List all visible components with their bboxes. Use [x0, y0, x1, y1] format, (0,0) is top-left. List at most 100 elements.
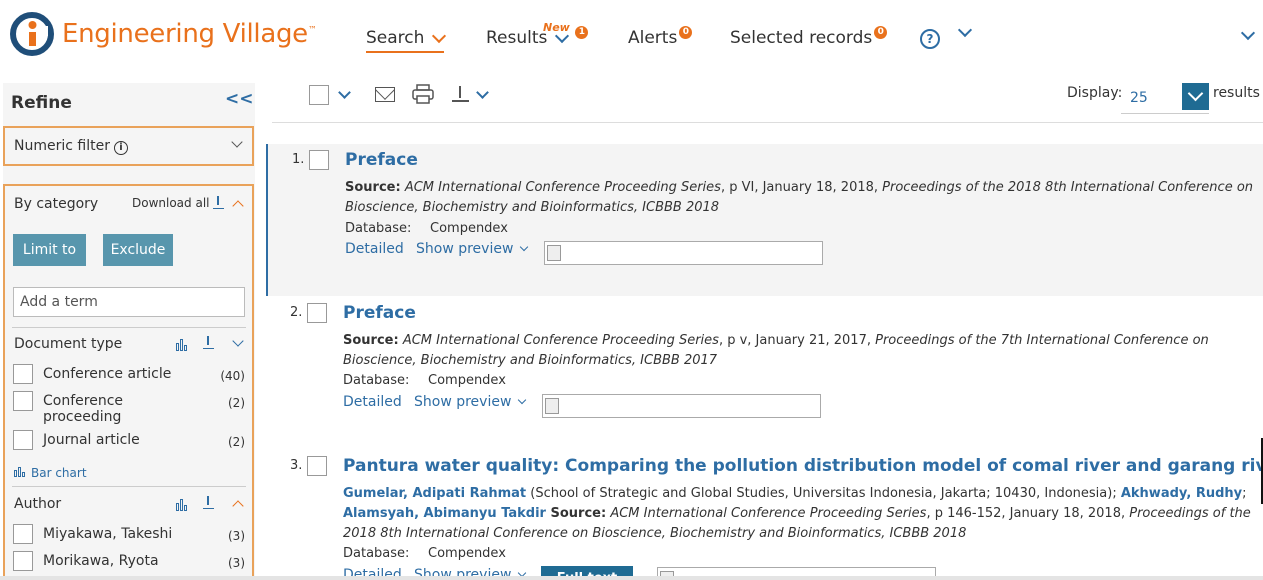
select-chevron-down-icon[interactable] — [338, 86, 351, 99]
result-item: 1. Preface Source: ACM International Con… — [266, 144, 1263, 296]
detailed-link[interactable]: Detailed — [343, 394, 402, 410]
result-title[interactable]: Pantura water quality: Comparing the pol… — [343, 456, 1263, 476]
download-all-link[interactable]: Download all — [132, 196, 225, 210]
author-link[interactable]: Akhwady, Rudhy — [1121, 486, 1242, 501]
show-preview-link[interactable]: Show preview — [414, 394, 527, 410]
facet-count: (3) — [228, 529, 245, 543]
result-checkbox[interactable] — [307, 456, 327, 476]
app-header: Engineering Village™ Search New Results … — [0, 0, 1263, 80]
result-checkbox[interactable] — [309, 150, 329, 170]
checkbox-journal-article[interactable] — [13, 430, 33, 450]
nav-results[interactable]: Results 1 — [486, 25, 589, 48]
author-link[interactable]: Alamsyah, Abimanyu Takdir — [343, 506, 546, 521]
database-value: Compendex — [428, 373, 506, 388]
refine-header: Refine << — [3, 83, 255, 123]
download-icon[interactable] — [203, 496, 214, 509]
facet-author-morikawa[interactable]: Morikawa, Ryota — [43, 553, 159, 569]
by-category-label: By category — [14, 196, 99, 212]
download-chevron-down-icon[interactable] — [476, 86, 489, 99]
select-all-checkbox[interactable] — [309, 85, 329, 105]
facet-count: (3) — [228, 556, 245, 570]
result-source: Source: ACM International Conference Pro… — [343, 333, 1209, 368]
chevron-down-icon — [520, 242, 529, 252]
show-preview-link[interactable]: Show preview — [414, 567, 527, 576]
result-checkbox[interactable] — [307, 303, 327, 323]
help-chevron-down-icon[interactable] — [957, 22, 973, 38]
database-label: Database: — [343, 546, 410, 561]
check-holdings-image[interactable]: Check here to see if UB owns this item — [544, 241, 823, 265]
checkbox-author-miyakawa[interactable] — [13, 524, 33, 544]
email-icon[interactable] — [375, 87, 395, 102]
nav-search-label: Search — [366, 28, 425, 48]
checkbox-conference-proceeding[interactable] — [13, 391, 33, 411]
document-type-label: Document type — [14, 336, 123, 352]
download-icon[interactable] — [203, 336, 214, 349]
facet-conference-proceeding[interactable]: Conference proceeding — [43, 393, 143, 425]
chevron-up-icon[interactable] — [232, 500, 244, 512]
result-number: 1. — [292, 152, 305, 167]
facet-count: (2) — [228, 396, 245, 410]
limit-to-button[interactable]: Limit to — [13, 234, 86, 266]
help-icon[interactable]: ? — [920, 29, 940, 49]
chevron-down-icon — [518, 395, 527, 405]
result-authors-source: Gumelar, Adipati Rahmat (School of Strat… — [343, 486, 1251, 541]
display-dropdown-button[interactable] — [1182, 83, 1209, 110]
chevron-down-icon — [555, 28, 570, 43]
divider — [12, 327, 246, 328]
nav-alerts[interactable]: Alerts 0 — [628, 25, 693, 48]
exclude-button[interactable]: Exclude — [103, 234, 173, 266]
bar-chart-icon[interactable] — [176, 499, 190, 511]
results-badge: 1 — [575, 25, 589, 39]
nav-selected-label: Selected records — [730, 28, 873, 48]
bar-chart-icon[interactable] — [176, 339, 190, 351]
numeric-filter-panel[interactable]: Numeric filter i — [3, 126, 254, 166]
download-icon[interactable] — [452, 86, 469, 102]
show-preview-link[interactable]: Show preview — [416, 241, 529, 257]
result-title[interactable]: Preface — [345, 150, 418, 170]
facet-count: (40) — [220, 369, 245, 383]
bar-chart-link[interactable]: Bar chart — [14, 466, 87, 480]
account-chevron-down-icon[interactable] — [1240, 25, 1256, 41]
database-label: Database: — [343, 373, 410, 388]
selected-badge: 0 — [874, 25, 888, 39]
by-category-panel: By category Download all Limit to Exclud… — [3, 184, 254, 580]
checkbox-author-morikawa[interactable] — [13, 551, 33, 571]
facet-journal-article[interactable]: Journal article — [43, 432, 140, 448]
facet-author-miyakawa[interactable]: Miyakawa, Takeshi — [43, 526, 172, 542]
print-icon[interactable] — [412, 84, 434, 104]
chevron-down-icon[interactable] — [231, 136, 243, 148]
refine-sidebar: Refine << Numeric filter i By category Do… — [3, 83, 255, 580]
info-icon[interactable]: i — [113, 141, 128, 155]
chevron-down-icon[interactable] — [232, 335, 244, 347]
full-text-button[interactable]: Full text — [541, 566, 633, 576]
checkbox-conference-article[interactable] — [13, 364, 33, 384]
chevron-up-icon[interactable] — [232, 200, 244, 212]
result-number: 2. — [290, 305, 303, 320]
author-link[interactable]: Gumelar, Adipati Rahmat — [343, 486, 526, 501]
nav-search[interactable]: Search — [366, 28, 447, 53]
horizontal-scrollbar[interactable] — [0, 576, 1263, 580]
result-title[interactable]: Preface — [343, 303, 416, 323]
divider — [12, 486, 246, 487]
numeric-filter-label: Numeric filter i — [14, 138, 128, 155]
logo-text: Engineering Village™ — [62, 19, 317, 49]
engineering-village-logo[interactable]: Engineering Village™ — [10, 12, 317, 56]
detailed-link[interactable]: Detailed — [345, 241, 404, 257]
chevron-down-icon — [518, 568, 527, 576]
facet-conference-article[interactable]: Conference article — [43, 366, 171, 382]
check-holdings-image[interactable] — [657, 567, 936, 576]
chevron-down-icon — [432, 28, 447, 43]
results-per-page-label: results p — [1213, 85, 1263, 101]
nav-results-label: Results — [486, 28, 548, 48]
database-value: Compendex — [430, 221, 508, 236]
check-holdings-image[interactable] — [542, 394, 821, 418]
detailed-link[interactable]: Detailed — [343, 567, 402, 576]
database-label: Database: — [345, 221, 412, 236]
collapse-sidebar-button[interactable]: << — [225, 89, 254, 109]
nav-alerts-label: Alerts — [628, 28, 678, 48]
nav-selected-records[interactable]: Selected records 0 — [730, 25, 888, 48]
result-number: 3. — [290, 458, 303, 473]
add-term-input[interactable] — [13, 287, 245, 317]
bar-chart-icon — [14, 467, 28, 477]
divider — [272, 122, 1263, 123]
